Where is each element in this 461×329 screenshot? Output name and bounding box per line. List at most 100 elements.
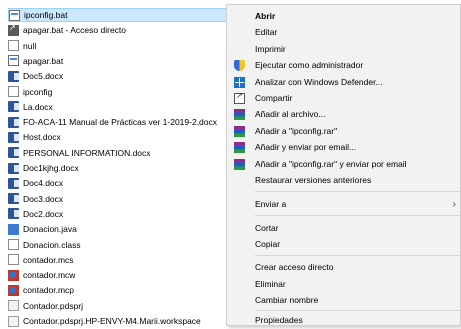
file-list-item[interactable]: Doc5.docx <box>8 69 230 83</box>
file-list-item[interactable]: Doc4.docx <box>8 176 230 190</box>
winrar-icon <box>234 108 245 120</box>
mathcad-icon <box>8 269 19 281</box>
file-list-item[interactable]: contador.mcs <box>8 253 230 267</box>
file-list-item[interactable]: FO-ACA-11 Manual de Prácticas ver 1-2019… <box>8 115 230 129</box>
menu-delete-label: Eliminar <box>255 279 286 289</box>
menu-restore-versions-label: Restaurar versiones anteriores <box>255 175 372 185</box>
menu-create-shortcut-label: Crear acceso directo <box>255 262 334 272</box>
menu-separator <box>255 255 460 256</box>
menu-cut[interactable]: Cortar <box>227 221 460 235</box>
menu-open-label: Abrir <box>255 11 276 21</box>
file-list-item[interactable]: Host.docx <box>8 130 230 144</box>
shortcut-icon <box>8 23 19 36</box>
file-name-label: Donacion.java <box>23 224 77 235</box>
winrar-icon <box>234 141 245 153</box>
file-list-item[interactable]: ipconfig <box>8 85 230 99</box>
menu-add-rar[interactable]: Añadir a "ipconfig.rar" <box>227 124 460 138</box>
file-list-item[interactable]: Donacion.java <box>8 222 230 236</box>
file-list-item[interactable]: Contador.pdsprj <box>8 299 230 313</box>
file-name-label: Contador.pdsprj.HP-ENVY-M4.Marii.workspa… <box>23 316 201 326</box>
file-name-label: Host.docx <box>23 132 61 143</box>
menu-add-rar-email[interactable]: Añadir a "ipconfig.rar" y enviar por ema… <box>227 157 460 171</box>
mathcad-icon <box>8 284 19 296</box>
menu-print-label: Imprimir <box>255 44 286 54</box>
file-name-label: Doc5.docx <box>23 71 64 82</box>
menu-rename[interactable]: Cambiar nombre <box>227 293 460 307</box>
menu-cut-label: Cortar <box>255 223 279 233</box>
file-list-item[interactable]: apagar.bat - Acceso directo <box>8 23 230 37</box>
file-name-label: apagar.bat <box>23 55 64 66</box>
file-name-label: La.docx <box>23 101 53 112</box>
file-list-item[interactable]: contador.mcp <box>8 283 230 297</box>
word-doc-icon <box>8 162 19 174</box>
file-name-label: Doc3.docx <box>23 193 64 204</box>
file-list: ipconfig.bat apagar.bat - Acceso directo n… <box>0 0 240 329</box>
winrar-icon <box>234 125 245 137</box>
word-doc-icon <box>8 131 19 143</box>
menu-open[interactable]: Abrir <box>227 9 460 23</box>
menu-copy[interactable]: Copiar <box>227 237 460 251</box>
file-name-label: Doc1kjhg.docx <box>23 163 79 173</box>
word-doc-icon <box>8 193 19 205</box>
menu-add-rar-email-label: Añadir a "ipconfig.rar" y enviar por ema… <box>255 159 407 169</box>
file-list-item[interactable]: Doc1kjhg.docx <box>8 161 230 175</box>
context-menu: Abrir Editar Imprimir Ejecutar como admi… <box>226 4 461 326</box>
file-list-item[interactable]: apagar.bat <box>8 54 230 68</box>
file-name-label: contador.mcp <box>23 285 75 296</box>
blank-file-icon <box>8 40 19 52</box>
share-icon <box>234 91 245 104</box>
menu-rename-label: Cambiar nombre <box>255 295 319 305</box>
bat-file-icon <box>8 55 19 67</box>
blank-file-icon <box>8 86 19 97</box>
menu-compress-email[interactable]: Añadir y enviar por email... <box>227 140 460 154</box>
menu-scan-defender-label: Analizar con Windows Defender... <box>255 77 383 87</box>
word-doc-icon <box>8 147 19 159</box>
file-list-item[interactable]: contador.mcw <box>8 268 230 282</box>
file-name-label: contador.mcs <box>23 254 74 265</box>
menu-scan-defender[interactable]: Analizar con Windows Defender... <box>227 75 460 89</box>
menu-create-shortcut[interactable]: Crear acceso directo <box>227 260 460 274</box>
word-doc-icon <box>8 101 19 113</box>
word-doc-icon <box>8 177 19 189</box>
file-name-label: PERSONAL INFORMATION.docx <box>23 147 151 158</box>
file-list-item[interactable]: PERSONAL INFORMATION.docx <box>8 146 230 160</box>
menu-edit[interactable]: Editar <box>227 25 460 39</box>
menu-add-archive[interactable]: Añadir al archivo... <box>227 107 460 121</box>
file-name-label: apagar.bat - Acceso directo <box>23 25 127 36</box>
menu-delete[interactable]: Eliminar <box>227 277 460 291</box>
file-name-label: Contador.pdsprj <box>23 300 84 311</box>
menu-separator <box>255 191 460 192</box>
menu-properties[interactable]: Propiedades <box>227 313 460 327</box>
menu-edit-label: Editar <box>255 27 278 37</box>
file-list-item[interactable]: ipconfig.bat <box>8 8 230 22</box>
menu-send-to[interactable]: Enviar a › <box>227 197 460 211</box>
file-list-item[interactable]: Donacion.class <box>8 238 230 252</box>
file-name-label: ipconfig.bat <box>24 10 68 20</box>
file-list-item[interactable]: null <box>8 39 230 53</box>
proteus-file-icon <box>8 300 19 312</box>
file-name-label: contador.mcw <box>23 270 76 281</box>
menu-share-label: Compartir <box>255 93 293 103</box>
file-list-item[interactable]: Doc3.docx <box>8 192 230 206</box>
menu-print[interactable]: Imprimir <box>227 42 460 56</box>
word-doc-icon <box>8 208 19 220</box>
file-name-label: Doc2.docx <box>23 208 64 219</box>
menu-properties-label: Propiedades <box>255 315 303 325</box>
menu-share[interactable]: Compartir <box>227 91 460 105</box>
chevron-right-icon: › <box>452 198 456 210</box>
file-list-item[interactable]: Doc2.docx <box>8 207 230 221</box>
menu-compress-email-label: Añadir y enviar por email... <box>255 142 357 152</box>
word-doc-icon <box>8 116 19 128</box>
file-name-label: Donacion.class <box>23 239 81 250</box>
blank-file-icon <box>8 254 19 266</box>
file-list-item[interactable]: Contador.pdsprj.HP-ENVY-M4.Marii.workspa… <box>8 314 230 328</box>
menu-separator <box>255 310 460 311</box>
word-doc-icon <box>8 70 19 82</box>
file-list-item[interactable]: La.docx <box>8 100 230 114</box>
proteus-file-icon <box>8 315 19 327</box>
menu-run-as-admin[interactable]: Ejecutar como administrador <box>227 58 460 72</box>
menu-separator <box>255 215 460 216</box>
menu-run-as-admin-label: Ejecutar como administrador <box>255 60 364 70</box>
file-name-label: Doc4.docx <box>23 178 64 189</box>
menu-restore-versions[interactable]: Restaurar versiones anteriores <box>227 173 460 187</box>
